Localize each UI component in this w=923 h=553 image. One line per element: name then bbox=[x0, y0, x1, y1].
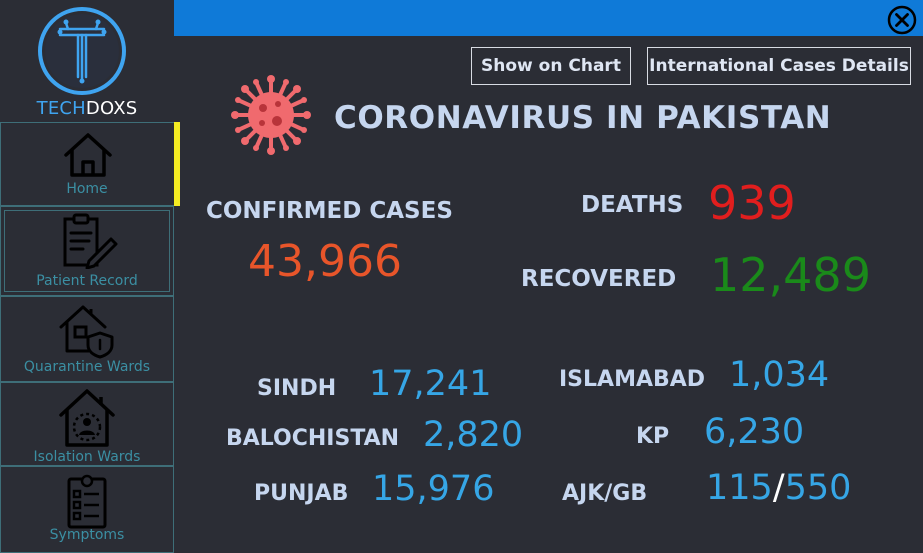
app-window: TECHDOXS Home Patient Record Quarantine … bbox=[0, 0, 923, 553]
islamabad-label: ISLAMABAD bbox=[559, 367, 706, 392]
house-person-icon bbox=[59, 389, 115, 447]
balochistan-value: 2,820 bbox=[423, 415, 524, 455]
international-cases-button[interactable]: International Cases Details bbox=[647, 47, 911, 85]
close-icon[interactable] bbox=[886, 4, 918, 36]
sidebar: TECHDOXS Home Patient Record Quarantine … bbox=[0, 0, 180, 553]
punjab-label: PUNJAB bbox=[254, 481, 349, 506]
sidebar-item-label: Symptoms bbox=[49, 527, 125, 543]
techdoxs-logo bbox=[38, 7, 126, 95]
punjab-value: 15,976 bbox=[372, 469, 495, 509]
page-title: CORONAVIRUS IN PAKISTAN bbox=[334, 100, 832, 136]
virus-icon bbox=[231, 75, 311, 155]
recovered-value: 12,489 bbox=[710, 248, 871, 302]
ajk-gb-value: 115/550 bbox=[706, 468, 851, 508]
sidebar-item-symptoms[interactable]: Symptoms bbox=[0, 466, 174, 553]
ajk-gb-separator: / bbox=[772, 468, 785, 508]
sidebar-item-label: Isolation Wards bbox=[33, 449, 141, 465]
sidebar-item-label: Patient Record bbox=[36, 273, 138, 289]
sidebar-item-home[interactable]: Home bbox=[0, 122, 174, 206]
deaths-value: 939 bbox=[708, 176, 796, 230]
sidebar-item-isolation-wards[interactable]: Isolation Wards bbox=[0, 382, 174, 466]
home-icon bbox=[63, 133, 112, 177]
recovered-label: RECOVERED bbox=[521, 266, 677, 292]
confirmed-cases-label: CONFIRMED CASES bbox=[206, 198, 453, 224]
sidebar-item-quarantine-wards[interactable]: Quarantine Wards bbox=[0, 296, 174, 382]
brand-name: TECHDOXS bbox=[0, 98, 174, 119]
sindh-value: 17,241 bbox=[369, 364, 492, 404]
clipboard-edit-icon bbox=[63, 213, 118, 269]
islamabad-value: 1,034 bbox=[729, 355, 830, 395]
house-shield-icon bbox=[59, 305, 114, 359]
ajk-gb-label: AJK/GB bbox=[562, 481, 648, 506]
brand-part-1: TECH bbox=[36, 98, 86, 119]
kp-label: KP bbox=[636, 424, 670, 449]
deaths-label: DEATHS bbox=[581, 192, 684, 218]
title-bar bbox=[174, 0, 923, 36]
sidebar-item-label: Home bbox=[66, 181, 108, 197]
sidebar-item-patient-record[interactable]: Patient Record bbox=[0, 206, 174, 296]
checklist-icon bbox=[67, 474, 107, 529]
balochistan-label: BALOCHISTAN bbox=[226, 426, 400, 451]
kp-value: 6,230 bbox=[704, 412, 805, 452]
gb-value: 550 bbox=[784, 468, 852, 508]
active-indicator bbox=[174, 122, 180, 206]
brand-part-2: DOXS bbox=[85, 98, 138, 119]
show-on-chart-button[interactable]: Show on Chart bbox=[471, 47, 631, 85]
ajk-value: 115 bbox=[706, 468, 773, 508]
sindh-label: SINDH bbox=[257, 376, 337, 401]
sidebar-item-label: Quarantine Wards bbox=[23, 359, 151, 375]
confirmed-cases-value: 43,966 bbox=[248, 236, 402, 287]
